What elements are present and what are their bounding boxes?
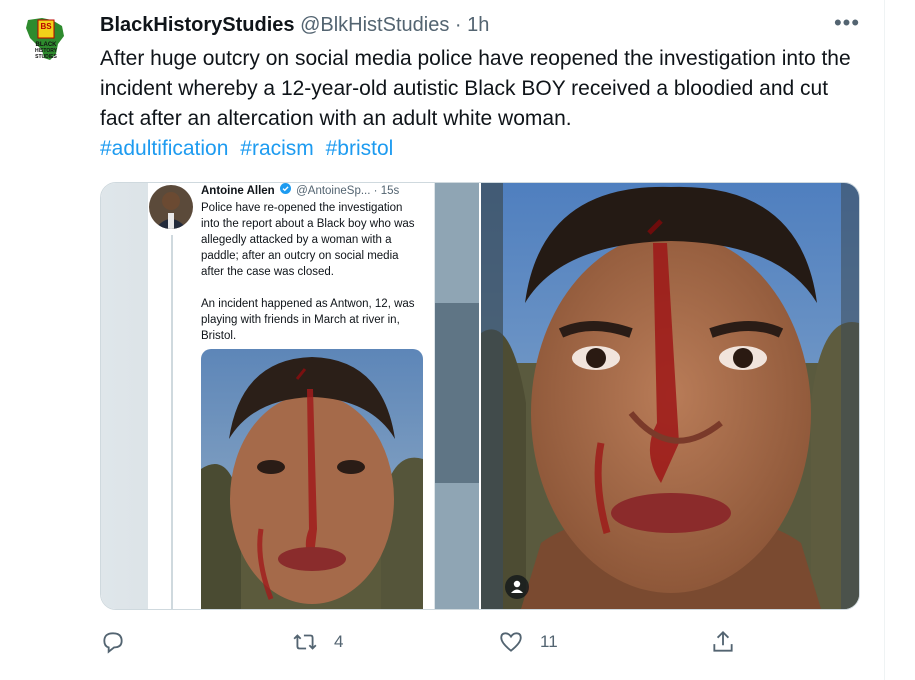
verified-icon — [279, 183, 291, 199]
like-icon — [500, 632, 522, 652]
tweet-timestamp[interactable]: 1h — [467, 14, 489, 36]
photo-graphic — [481, 183, 859, 609]
share-icon — [713, 630, 733, 652]
author-avatar[interactable]: BS BLACK HISTORY STUDIES — [22, 14, 70, 62]
reply-button[interactable] — [100, 624, 142, 660]
hashtag-link[interactable]: #bristol — [326, 137, 394, 160]
more-icon[interactable]: ••• — [832, 10, 862, 40]
retweet-button[interactable]: 4 — [292, 624, 343, 660]
author-handle[interactable]: @BlkHistStudies — [300, 14, 449, 36]
hashtag-list: #adultification #racism #bristol — [100, 134, 399, 164]
thread-line — [171, 235, 173, 609]
retweet-count: 4 — [334, 632, 344, 651]
share-button[interactable] — [710, 624, 736, 660]
embedded-tweet-header: Antoine Allen @AntoineSp... · 15s — [201, 183, 399, 199]
media-image-screenshot[interactable]: Antoine Allen @AntoineSp... · 15s Police… — [101, 183, 479, 609]
like-button[interactable]: 11 — [498, 624, 558, 660]
embedded-photo — [201, 349, 423, 609]
person-icon[interactable] — [505, 575, 529, 599]
like-count: 11 — [540, 632, 558, 651]
embedded-author-name: Antoine Allen — [201, 185, 275, 198]
column-divider — [884, 0, 885, 680]
embedded-author-avatar — [149, 185, 193, 229]
separator-dot: · — [454, 14, 462, 36]
avatar-logo-letters: BS — [40, 22, 52, 31]
media-image-photo[interactable] — [481, 183, 859, 609]
embedded-separator: · — [373, 185, 378, 198]
reply-icon — [103, 632, 123, 654]
tweet-media-grid: Antoine Allen @AntoineSp... · 15s Police… — [100, 182, 860, 610]
tweet-actions-bar: 4 11 — [100, 624, 860, 660]
avatar-logo-text: STUDIES — [35, 54, 57, 60]
retweet-icon — [293, 634, 317, 650]
tweet-header: BlackHistoryStudies @BlkHistStudies · 1h — [100, 12, 800, 38]
author-display-name[interactable]: BlackHistoryStudies — [100, 14, 295, 36]
hashtag-link[interactable]: #adultification — [100, 137, 228, 160]
embedded-author-handle: @AntoineSp... — [296, 185, 371, 198]
hashtag-link[interactable]: #racism — [240, 137, 314, 160]
embedded-timestamp: 15s — [380, 185, 400, 198]
tweet-text: After huge outcry on social media police… — [100, 47, 851, 130]
embedded-tweet-text: Police have re-opened the investigation … — [201, 202, 415, 342]
